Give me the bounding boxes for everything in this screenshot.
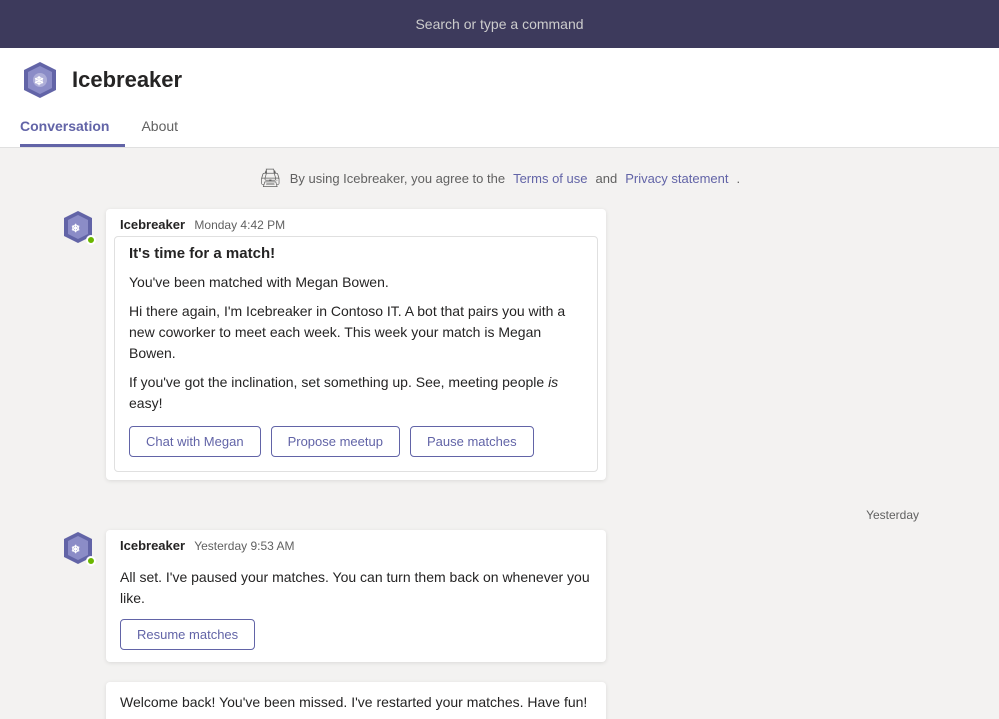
terms-of-use-link[interactable]: Terms of use	[513, 171, 587, 186]
message-group-2: ❄ Icebreaker Yesterday 9:53 AM All set. …	[0, 530, 999, 662]
chat-with-megan-button[interactable]: Chat with Megan	[129, 426, 261, 457]
terms-bar: 🖨 By using Icebreaker, you agree to the …	[0, 168, 999, 189]
message-text-2: All set. I've paused your matches. You c…	[106, 557, 606, 619]
message-group-3: Welcome back! You've been missed. I've r…	[0, 682, 999, 719]
button-row-1: Chat with Megan Propose meetup Pause mat…	[129, 426, 583, 457]
svg-text:❄: ❄	[71, 223, 80, 235]
message-card-2: Icebreaker Yesterday 9:53 AM All set. I'…	[106, 530, 606, 662]
message-inner-1: It's time for a match! You've been match…	[114, 236, 598, 472]
app-header: ❄ Icebreaker Conversation About	[0, 48, 999, 148]
privacy-statement-link[interactable]: Privacy statement	[625, 171, 728, 186]
main-content: 🖨 By using Icebreaker, you agree to the …	[0, 148, 999, 719]
terms-and: and	[595, 171, 617, 186]
sender-name-1: Icebreaker	[120, 217, 185, 232]
propose-meetup-button[interactable]: Propose meetup	[271, 426, 400, 457]
bot-avatar-2: ❄	[60, 530, 96, 566]
timestamp-2: Yesterday 9:53 AM	[194, 539, 294, 553]
resume-matches-button[interactable]: Resume matches	[120, 619, 255, 650]
tab-bar: Conversation About	[20, 110, 979, 147]
message-body-1: You've been matched with Megan Bowen. Hi…	[129, 272, 583, 414]
online-indicator-2	[86, 556, 96, 566]
msg-para-3: If you've got the inclination, set somet…	[129, 372, 583, 414]
button-row-2: Resume matches	[106, 619, 606, 662]
msg-para-1: You've been matched with Megan Bowen.	[129, 272, 583, 293]
pause-matches-button[interactable]: Pause matches	[410, 426, 534, 457]
online-indicator	[86, 235, 96, 245]
welcome-back-message: Welcome back! You've been missed. I've r…	[106, 682, 606, 719]
tab-conversation[interactable]: Conversation	[20, 110, 125, 147]
msg-para-2: Hi there again, I'm Icebreaker in Contos…	[129, 301, 583, 364]
terms-suffix: .	[737, 171, 741, 186]
message-meta-2: Icebreaker Yesterday 9:53 AM	[106, 530, 606, 557]
timestamp-1: Monday 4:42 PM	[194, 218, 285, 232]
sender-name-2: Icebreaker	[120, 538, 185, 553]
printer-icon: 🖨	[259, 168, 282, 189]
terms-prefix: By using Icebreaker, you agree to the	[290, 171, 505, 186]
message-meta-1: Icebreaker Monday 4:42 PM	[106, 209, 606, 236]
app-icon: ❄	[20, 60, 60, 100]
svg-text:❄: ❄	[71, 544, 80, 556]
welcome-back-text: Welcome back! You've been missed. I've r…	[120, 694, 587, 710]
search-input[interactable]	[350, 16, 650, 32]
message-card-1: Icebreaker Monday 4:42 PM It's time for …	[106, 209, 606, 480]
message-group-1: ❄ Icebreaker Monday 4:42 PM It's time fo…	[0, 209, 999, 480]
svg-text:❄: ❄	[34, 74, 44, 88]
tab-about[interactable]: About	[141, 110, 194, 147]
top-search-bar	[0, 0, 999, 48]
bot-avatar-1: ❄	[60, 209, 96, 245]
message-heading-1: It's time for a match!	[129, 245, 583, 262]
day-separator: Yesterday	[0, 500, 999, 530]
app-title: Icebreaker	[72, 67, 182, 93]
